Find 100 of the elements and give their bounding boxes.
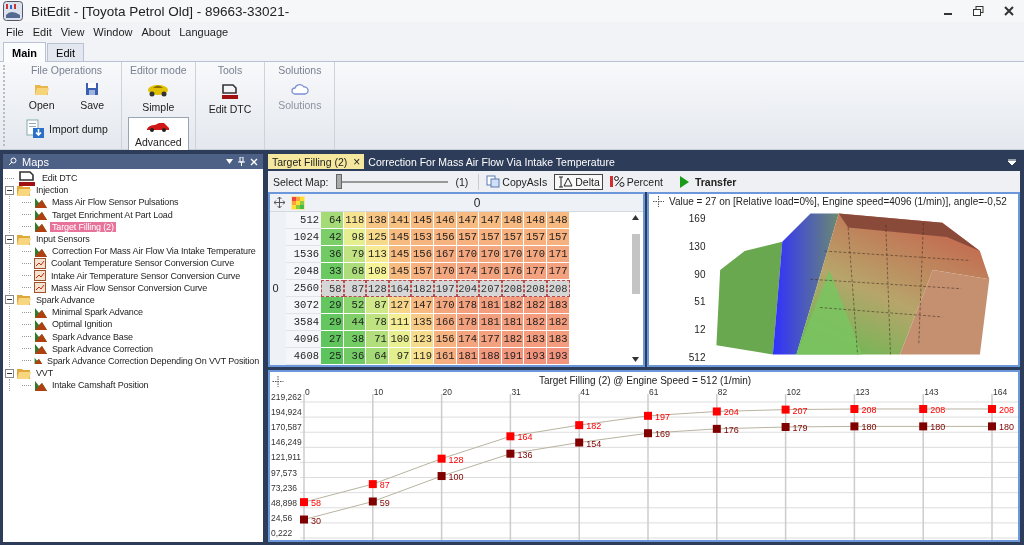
table-cell[interactable]: 153 (411, 229, 434, 246)
table-cell[interactable]: 36 (343, 348, 367, 365)
table-cell[interactable]: 177 (524, 263, 547, 280)
table-cell[interactable]: 157 (411, 263, 434, 280)
tree-item[interactable]: Edit DTC (40, 173, 80, 184)
table-cell[interactable]: 161 (433, 348, 457, 365)
table-cell[interactable]: 157 (524, 229, 547, 246)
table-cell[interactable]: 148 (546, 212, 570, 229)
scroll-down-icon[interactable] (632, 357, 639, 362)
tree-item[interactable]: Spark Advance Correction (50, 343, 155, 354)
table-cell[interactable]: 33 (321, 263, 344, 280)
table-cell[interactable]: 182 (546, 314, 570, 331)
table-cell[interactable]: 87 (343, 280, 367, 297)
collapse-icon[interactable] (5, 368, 14, 378)
color-palette-icon[interactable] (291, 195, 305, 210)
table-cell[interactable]: 170 (456, 246, 480, 263)
table-cell[interactable]: 208 (546, 280, 570, 297)
tree-item[interactable]: Correction For Mass Air Flow Via Intake Temperature (50, 246, 258, 257)
data-point[interactable] (644, 429, 652, 438)
table-cell[interactable]: 182 (524, 314, 547, 331)
collapse-icon[interactable] (5, 185, 14, 195)
slider-thumb[interactable] (336, 174, 343, 189)
table-cell[interactable]: 113 (366, 246, 389, 263)
table-cell[interactable]: 147 (411, 297, 434, 314)
table-cell[interactable]: 167 (433, 246, 457, 263)
table-cell[interactable]: 68 (343, 263, 367, 280)
tab-label[interactable]: Correction For Mass Air Flow Via Intake Temperature (368, 155, 615, 168)
table-cell[interactable]: 182 (501, 331, 525, 348)
table-cell[interactable]: 123 (411, 331, 434, 348)
menu-item[interactable]: Edit (32, 25, 52, 38)
table-cell[interactable]: 138 (366, 212, 389, 229)
table-cell[interactable]: 141 (388, 212, 412, 229)
table-cell[interactable]: 64 (366, 348, 389, 365)
table-cell[interactable]: 170 (433, 297, 457, 314)
restore-icon[interactable] (973, 6, 984, 16)
table-cell[interactable]: 178 (456, 314, 480, 331)
move-icon[interactable] (274, 197, 285, 208)
table-cell[interactable]: 148 (501, 212, 525, 229)
table-cell[interactable]: 197 (433, 280, 457, 297)
map-slider[interactable] (338, 174, 449, 189)
table-cell[interactable]: 79 (343, 246, 367, 263)
table-cell[interactable]: 181 (479, 297, 502, 314)
table-cell[interactable]: 176 (501, 263, 525, 280)
data-point[interactable] (781, 423, 790, 431)
document-tab[interactable]: Target Filling (2) × (268, 154, 365, 169)
data-point[interactable] (988, 422, 996, 431)
tree-item[interactable]: Spark Advance Base (50, 331, 135, 342)
table-cell[interactable]: 145 (388, 263, 412, 280)
ribbon-button[interactable]: Import dump (18, 115, 115, 143)
collapse-icon[interactable] (5, 234, 14, 244)
move-icon[interactable] (653, 196, 664, 207)
tree-item[interactable]: Minimal Spark Advance (50, 307, 145, 318)
table-cell[interactable]: 177 (546, 263, 570, 280)
data-point[interactable] (850, 422, 859, 431)
tree-item[interactable]: Intake Camshaft Position (50, 380, 151, 391)
table-cell[interactable]: 111 (388, 314, 412, 331)
table-cell[interactable]: 97 (388, 348, 412, 365)
tree-item[interactable]: Mass Air Flow Sensor Pulsations (50, 197, 181, 208)
table-cell[interactable]: 145 (411, 212, 434, 229)
table-cell[interactable]: 177 (479, 331, 502, 348)
table-cell[interactable]: 170 (433, 263, 457, 280)
table-cell[interactable]: 181 (456, 348, 480, 365)
table-cell[interactable]: 183 (524, 331, 547, 348)
table-cell[interactable]: 182 (524, 297, 547, 314)
pin-icon[interactable] (238, 157, 245, 166)
data-point[interactable] (368, 497, 377, 506)
table-cell[interactable]: 181 (479, 314, 502, 331)
table-cell[interactable]: 127 (388, 297, 412, 314)
table-cell[interactable]: 156 (433, 331, 457, 348)
table-cell[interactable]: 147 (456, 212, 480, 229)
table-cell[interactable]: 157 (479, 229, 502, 246)
table-cell[interactable]: 119 (411, 348, 434, 365)
data-point[interactable] (575, 438, 584, 447)
tree-item[interactable]: Intake Air Temperature Sensor Conversion Curve (49, 270, 243, 281)
toolbar-button[interactable]: CopyAsIs (483, 173, 551, 190)
menu-item[interactable]: View (60, 25, 85, 38)
table-cell[interactable]: 157 (546, 229, 570, 246)
table-cell[interactable]: 145 (388, 246, 412, 263)
table-cell[interactable]: 100 (388, 331, 412, 348)
ribbon-button[interactable]: Simple (135, 78, 182, 117)
table-cell[interactable]: 36 (321, 246, 344, 263)
table-cell[interactable]: 157 (501, 229, 525, 246)
tree-item[interactable]: Target Enrichment At Part Load (50, 209, 175, 220)
table-cell[interactable]: 148 (524, 212, 547, 229)
collapse-icon[interactable] (5, 295, 14, 305)
tree-item[interactable]: Spark Advance (34, 294, 97, 305)
tree-item[interactable]: Mass Air Flow Sensor Conversion Curve (49, 282, 209, 293)
tree-item[interactable]: Spark Advance Correction Depending On VVT Position (45, 355, 261, 366)
table-cell[interactable]: 208 (501, 280, 525, 297)
dropdown-icon[interactable] (1008, 158, 1016, 165)
dropdown-icon[interactable] (226, 159, 233, 164)
table-cell[interactable]: 181 (501, 314, 525, 331)
toolbar-button[interactable]: Percent (606, 173, 666, 190)
close-icon[interactable] (1004, 6, 1014, 16)
ribbon-button[interactable]: Edit DTC (201, 78, 259, 119)
table-cell[interactable]: 38 (343, 331, 367, 348)
table-cell[interactable]: 170 (524, 246, 547, 263)
table-cell[interactable]: 87 (366, 297, 389, 314)
ribbon-button[interactable]: Save (73, 78, 112, 115)
tree-item[interactable]: Coolant Temperature Sensor Conversion Curve (49, 258, 236, 269)
